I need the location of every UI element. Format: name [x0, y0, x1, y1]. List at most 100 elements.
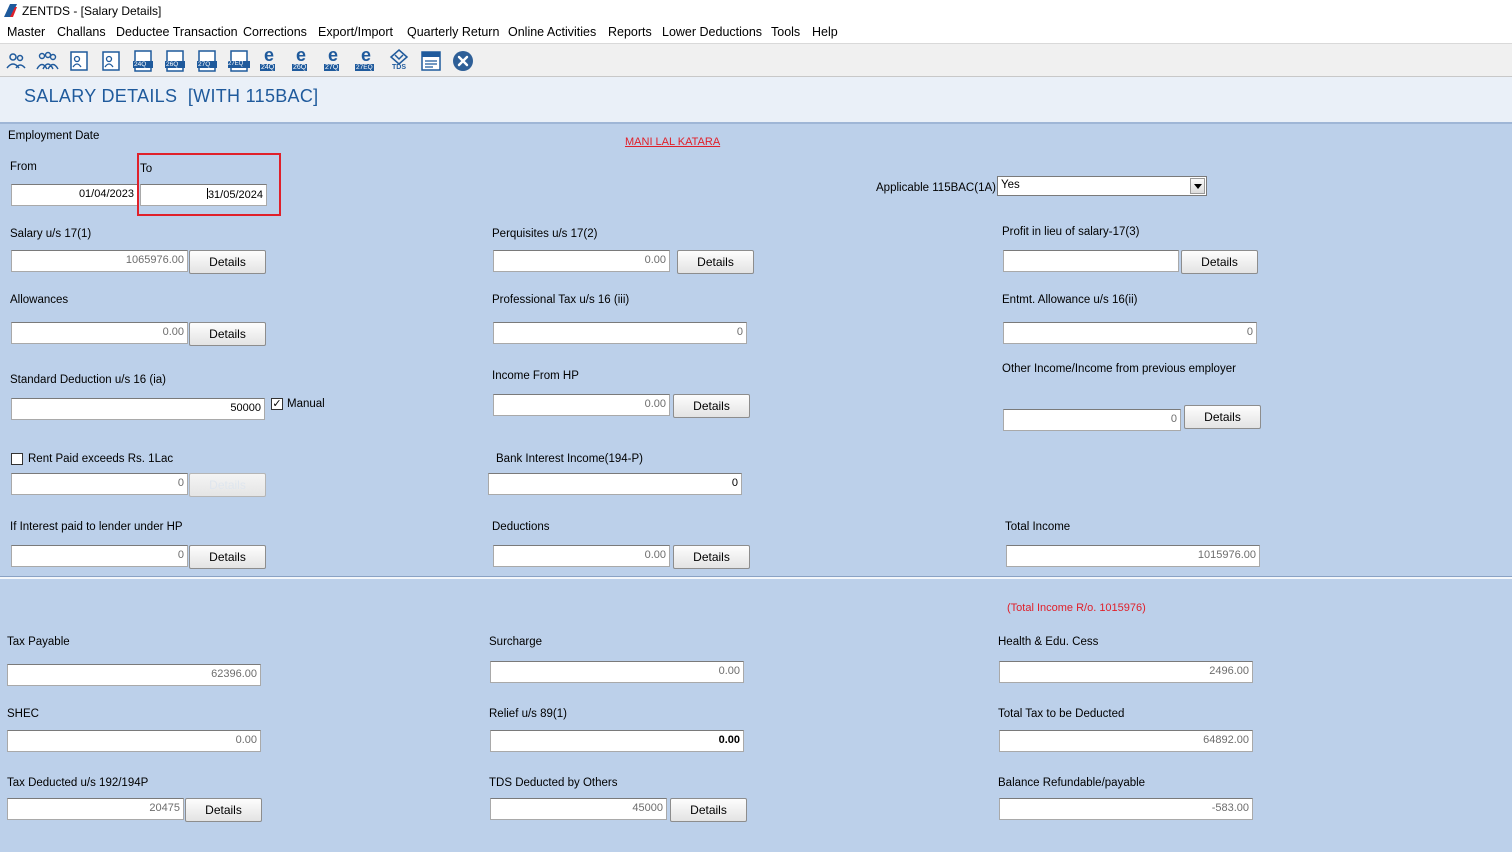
- balance-label: Balance Refundable/payable: [998, 777, 1146, 789]
- profit-in-lieu-label: Profit in lieu of salary-17(3): [1002, 226, 1140, 238]
- tax-deducted-details-button[interactable]: Details: [185, 798, 262, 822]
- tax-deducted-label: Tax Deducted u/s 192/194P: [7, 777, 149, 789]
- efile-27q-icon[interactable]: e 27Q: [323, 45, 347, 73]
- form-27eq-label: 27EQ: [228, 61, 244, 67]
- to-date-input[interactable]: 31/05/2024: [140, 184, 267, 206]
- deductions-label: Deductions: [492, 521, 550, 533]
- health-cess-input[interactable]: 2496.00: [999, 661, 1253, 683]
- other-income-details-button[interactable]: Details: [1184, 405, 1261, 429]
- form-26q-icon[interactable]: 26Q: [163, 49, 187, 73]
- entmt-allowance-input[interactable]: 0: [1003, 322, 1257, 344]
- tax-payable-label: Tax Payable: [7, 636, 70, 648]
- total-income-label: Total Income: [1005, 521, 1071, 533]
- menu-reports[interactable]: Reports: [608, 25, 652, 39]
- rent-paid-input[interactable]: 0: [11, 473, 188, 495]
- menu-export-import[interactable]: Export/Import: [318, 25, 393, 39]
- allowances-input[interactable]: 0.00: [11, 322, 188, 344]
- chevron-down-icon[interactable]: [1190, 178, 1205, 194]
- standard-deduction-label: Standard Deduction u/s 16 (ia): [10, 374, 166, 386]
- tax-payable-input[interactable]: 62396.00: [7, 664, 261, 686]
- window-title: ZENTDS - [Salary Details]: [22, 4, 162, 18]
- efile-24q-icon[interactable]: e 24Q: [259, 45, 283, 73]
- bank-interest-label: Bank Interest Income(194-P): [496, 453, 644, 465]
- deductions-input[interactable]: 0.00: [493, 545, 670, 567]
- efile-27eq-label: 27EQ: [355, 64, 374, 71]
- deductees-icon[interactable]: [35, 49, 59, 73]
- salary-17-1-input[interactable]: 1065976.00: [11, 250, 188, 272]
- menu-master[interactable]: Master: [7, 25, 45, 39]
- form-27q-icon[interactable]: 27Q: [195, 49, 219, 73]
- surcharge-label: Surcharge: [489, 636, 543, 648]
- menu-online-activities[interactable]: Online Activities: [508, 25, 596, 39]
- form-24q-label: 24Q: [134, 61, 147, 68]
- tds-others-label: TDS Deducted by Others: [489, 777, 618, 789]
- efile-26q-label: 26Q: [292, 64, 308, 71]
- tax-deducted-input[interactable]: 20475: [7, 798, 184, 820]
- notes-icon[interactable]: [419, 49, 443, 73]
- from-date-input[interactable]: 01/04/2023: [11, 184, 138, 206]
- profit-in-lieu-details-button[interactable]: Details: [1181, 250, 1258, 274]
- page-title: SALARY DETAILS [WITH 115BAC]: [24, 86, 319, 106]
- efile-26q-icon[interactable]: e 26Q: [291, 45, 315, 73]
- salary-form-icon[interactable]: [67, 49, 91, 73]
- form-24q-icon[interactable]: 24Q: [131, 49, 155, 73]
- menu-challans[interactable]: Challans: [57, 25, 106, 39]
- tds-icon[interactable]: TDS: [387, 49, 411, 73]
- menu-lower-deductions[interactable]: Lower Deductions: [662, 25, 762, 39]
- efile-27eq-icon[interactable]: e 27EQ: [355, 45, 379, 73]
- menu-help[interactable]: Help: [812, 25, 838, 39]
- salary-form-2-icon[interactable]: [99, 49, 123, 73]
- relief-89-label: Relief u/s 89(1): [489, 708, 567, 720]
- manual-checkbox[interactable]: ✓: [271, 398, 283, 410]
- income-from-hp-input[interactable]: 0.00: [493, 394, 670, 416]
- income-from-hp-details-button[interactable]: Details: [673, 394, 750, 418]
- relief-89-input[interactable]: 0.00: [490, 730, 744, 752]
- rent-paid-details-button[interactable]: Details: [189, 473, 266, 497]
- form-27eq-icon[interactable]: 27EQ: [227, 49, 251, 73]
- tds-others-input[interactable]: 45000: [490, 798, 667, 820]
- efile-24q-label: 24Q: [260, 64, 276, 71]
- surcharge-input[interactable]: 0.00: [490, 661, 744, 683]
- professional-tax-label: Professional Tax u/s 16 (iii): [492, 294, 630, 306]
- from-label: From: [10, 161, 37, 173]
- applicable-115bac-select[interactable]: Yes: [997, 176, 1207, 196]
- efile-27q-label: 27Q: [324, 64, 340, 71]
- allowances-details-button[interactable]: Details: [189, 322, 266, 346]
- bank-interest-input[interactable]: 0: [488, 473, 742, 495]
- shec-input[interactable]: 0.00: [7, 730, 261, 752]
- other-income-input[interactable]: 0: [1003, 409, 1181, 431]
- menu-corrections[interactable]: Corrections: [243, 25, 307, 39]
- perquisites-label: Perquisites u/s 17(2): [492, 228, 598, 240]
- employment-date-label: Employment Date: [8, 130, 100, 142]
- interest-lender-label: If Interest paid to lender under HP: [10, 521, 183, 533]
- perquisites-details-button[interactable]: Details: [677, 250, 754, 274]
- profit-in-lieu-input[interactable]: [1003, 250, 1179, 272]
- applicable-115bac-value: Yes: [1001, 179, 1020, 191]
- professional-tax-input[interactable]: 0: [493, 322, 747, 344]
- shec-label: SHEC: [7, 708, 39, 720]
- deductions-details-button[interactable]: Details: [673, 545, 750, 569]
- balance-input[interactable]: -583.00: [999, 798, 1253, 820]
- employee-name-link[interactable]: MANI LAL KATARA: [625, 136, 720, 148]
- menu-bar: Master Challans Deductee Transaction Cor…: [0, 22, 1512, 44]
- menu-quarterly-return[interactable]: Quarterly Return: [407, 25, 499, 39]
- tds-others-details-button[interactable]: Details: [670, 798, 747, 822]
- tax-form-bottom: (Total Income R/o. 1015976) Tax Payable …: [0, 579, 1512, 852]
- close-icon[interactable]: [451, 49, 475, 73]
- total-tax-label: Total Tax to be Deducted: [998, 708, 1125, 720]
- total-income-input[interactable]: 1015976.00: [1006, 545, 1260, 567]
- efile-26q-e: e: [296, 45, 307, 65]
- interest-lender-input[interactable]: 0: [11, 545, 188, 567]
- standard-deduction-input[interactable]: 50000: [11, 398, 265, 420]
- salary-details-button[interactable]: Details: [189, 250, 266, 274]
- perquisites-input[interactable]: 0.00: [493, 250, 670, 272]
- efile-27q-e: e: [328, 45, 339, 65]
- deductor-icon[interactable]: [4, 49, 28, 73]
- rent-paid-checkbox[interactable]: [11, 453, 23, 465]
- menu-deductee-transaction[interactable]: Deductee Transaction: [116, 25, 238, 39]
- tds-icon-shape: [389, 49, 409, 65]
- form-27q-label: 27Q: [198, 61, 211, 68]
- total-tax-input[interactable]: 64892.00: [999, 730, 1253, 752]
- interest-lender-details-button[interactable]: Details: [189, 545, 266, 569]
- menu-tools[interactable]: Tools: [771, 25, 800, 39]
